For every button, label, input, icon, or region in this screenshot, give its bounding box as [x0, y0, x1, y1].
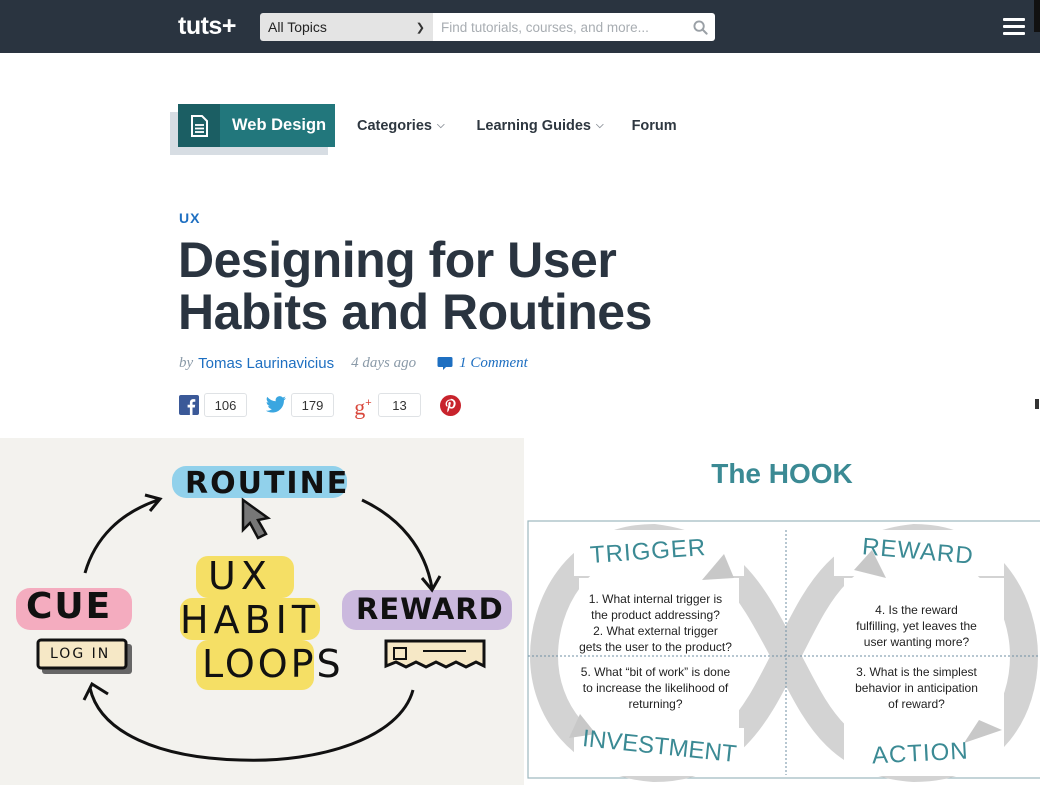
question-line: fulfilling, yet leaves the	[856, 619, 977, 633]
twitter-icon	[265, 396, 286, 413]
social-share: 106 179 g+ 13	[178, 393, 461, 420]
googleplus-icon: g+	[354, 394, 372, 420]
hamburger-line	[1003, 32, 1025, 35]
topic-select-value: All Topics	[268, 19, 327, 35]
question-line: behavior in anticipation	[855, 681, 978, 695]
topic-select[interactable]: All Topics ❯	[260, 13, 433, 41]
pinterest-icon	[439, 394, 461, 416]
question-line: 1. What internal trigger is	[588, 592, 723, 606]
facebook-icon	[179, 395, 199, 415]
investment-questions: 5. What “bit of work” is done to increas…	[568, 664, 743, 712]
pinterest-share-button[interactable]	[439, 394, 461, 416]
page-edge-mark	[1035, 399, 1039, 409]
twitter-share-button[interactable]	[265, 394, 287, 416]
arrow-routine-to-reward	[361, 498, 434, 589]
comment-icon	[437, 357, 453, 370]
ux-label: UX	[208, 554, 272, 598]
question-line: to increase the likelihood of	[582, 681, 729, 695]
tuts-logo[interactable]: tuts+	[178, 12, 236, 41]
search-input[interactable]	[433, 13, 685, 41]
hamburger-line	[1003, 25, 1025, 28]
question-line: user wanting more?	[863, 635, 970, 649]
by-label: by	[179, 355, 194, 371]
chevron-down-icon: ⌵	[595, 120, 604, 131]
top-header: tuts+ All Topics ❯	[0, 0, 1040, 53]
habit-loop-illustration: ROUTINE CUE REWARD UX HABIT LOOPS LOG IN	[0, 438, 524, 785]
question-line: 5. What “bit of work” is done	[580, 665, 731, 679]
googleplus-count: 13	[378, 393, 421, 417]
article-title: Designing for User Habits and Routines	[178, 232, 652, 340]
search-bar: All Topics ❯	[260, 13, 715, 41]
cue-label: CUE	[26, 586, 113, 627]
cursor-icon	[241, 497, 272, 540]
login-label: LOG IN	[50, 646, 111, 662]
nav-label: Categories	[357, 117, 432, 134]
reward-card-drawing	[384, 639, 486, 669]
brand-label: Web Design	[220, 104, 335, 147]
habit-label: HABIT	[180, 598, 321, 642]
nav-forum[interactable]: Forum	[632, 118, 677, 134]
nav-label: Learning Guides	[476, 117, 591, 134]
comments-count: 1 Comment	[459, 355, 528, 371]
nav-learning-guides[interactable]: Learning Guides ⌵	[477, 118, 604, 134]
question-line: 3. What is the simplest	[856, 665, 977, 679]
facebook-share-button[interactable]	[178, 394, 200, 416]
document-icon	[178, 104, 220, 147]
routine-label: ROUTINE	[185, 466, 350, 501]
googleplus-share-button[interactable]: g+	[352, 394, 374, 420]
nav-categories[interactable]: Categories ⌵	[357, 118, 445, 134]
arrow-cue-to-routine	[83, 498, 159, 574]
window-edge	[1034, 0, 1040, 32]
loops-label: LOOPS	[202, 642, 344, 686]
hook-model-illustration: The HOOK TRIGGER REWARD INVESTMENT ACTIO…	[524, 438, 1040, 785]
chevron-down-icon: ❯	[415, 21, 425, 34]
arrow-reward-to-cue	[88, 687, 415, 762]
question-line: 2. What external trigger	[593, 624, 718, 638]
article-meta: by Tomas Laurinavicius 4 days ago 1 Comm…	[179, 355, 528, 372]
sub-navigation: Web Design Categories ⌵ Learning Guides …	[170, 104, 677, 155]
trigger-questions: 1. What internal trigger is the product …	[568, 591, 743, 655]
chevron-down-icon: ⌵	[436, 120, 445, 131]
twitter-count: 179	[291, 393, 334, 417]
comments-link[interactable]: 1 Comment	[437, 355, 528, 372]
nav-label: Forum	[631, 117, 677, 134]
question-line: 4. Is the reward	[875, 603, 958, 617]
reward-questions: 4. Is the reward fulfilling, yet leaves …	[829, 602, 1004, 650]
action-questions: 3. What is the simplest behavior in anti…	[829, 664, 1004, 712]
facebook-count: 106	[204, 393, 247, 417]
hamburger-line	[1003, 18, 1025, 21]
question-line: the product addressing?	[591, 608, 720, 622]
question-line: gets the user to the product?	[579, 640, 732, 654]
question-line: returning?	[628, 697, 683, 711]
category-link[interactable]: UX	[179, 210, 200, 226]
action-stage-label: ACTION	[871, 737, 970, 770]
search-button[interactable]	[685, 13, 715, 41]
published-time: 4 days ago	[351, 355, 417, 371]
menu-button[interactable]	[1003, 18, 1025, 36]
arrow-head	[82, 681, 109, 701]
search-icon	[692, 19, 708, 35]
reward-label: REWARD	[356, 592, 504, 626]
author-link[interactable]: Tomas Laurinavicius	[198, 355, 334, 372]
web-design-brand[interactable]: Web Design	[178, 104, 335, 147]
question-line: of reward?	[888, 697, 945, 711]
